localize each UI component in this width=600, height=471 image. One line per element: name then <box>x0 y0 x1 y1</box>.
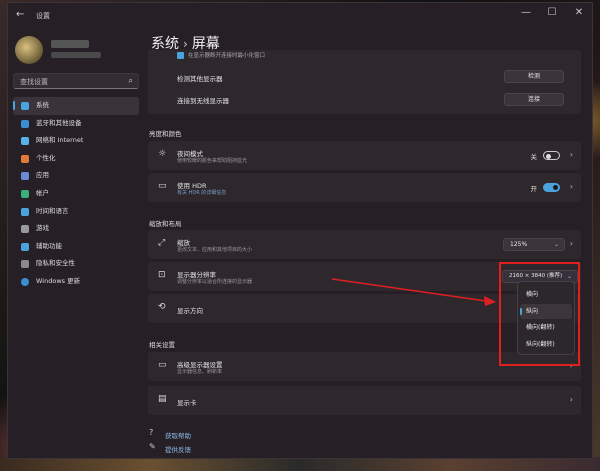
annotation-arrow <box>331 278 496 306</box>
